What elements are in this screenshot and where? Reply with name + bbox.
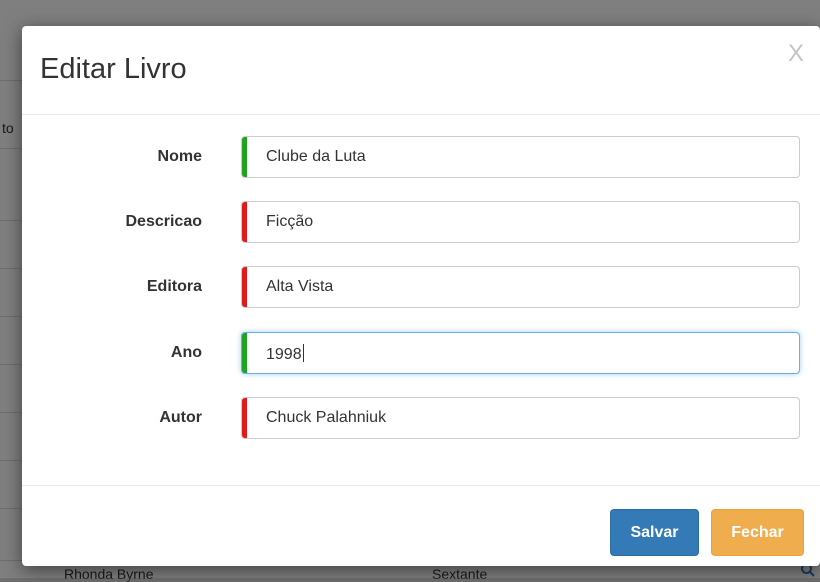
autor-input[interactable]: Chuck Palahniuk xyxy=(241,397,800,439)
descricao-label: Descricao xyxy=(125,213,203,230)
editora-label: Editora xyxy=(146,278,202,295)
editora-value: Alta Vista xyxy=(266,278,334,295)
form-row-nome: Nome Clube da Luta xyxy=(22,136,820,180)
form-row-descricao: Descricao Ficção xyxy=(22,201,820,245)
descricao-input[interactable]: Ficção xyxy=(241,201,800,243)
modal-header: Editar Livro X xyxy=(22,26,820,115)
form-row-editora: Editora Alta Vista xyxy=(22,266,820,310)
editora-input[interactable]: Alta Vista xyxy=(241,266,800,308)
ano-label: Ano xyxy=(170,344,202,361)
invalid-status-bar xyxy=(242,202,247,242)
autor-label: Autor xyxy=(159,409,202,426)
close-icon[interactable]: X xyxy=(788,42,804,66)
text-caret xyxy=(302,344,304,362)
nome-label: Nome xyxy=(157,148,202,165)
invalid-status-bar xyxy=(242,398,247,438)
ano-value: 1998 xyxy=(266,346,302,363)
nome-value: Clube da Luta xyxy=(266,148,366,165)
form-row-ano: Ano 1998 xyxy=(22,332,820,376)
descricao-value: Ficção xyxy=(266,213,314,230)
invalid-status-bar xyxy=(242,267,247,307)
edit-book-modal: Editar Livro X Nome Clube da Luta Descri… xyxy=(22,26,820,566)
modal-title: Editar Livro xyxy=(40,53,187,85)
modal-footer: Salvar Fechar xyxy=(22,486,820,566)
form-row-autor: Autor Chuck Palahniuk xyxy=(22,397,820,441)
nome-input[interactable]: Clube da Luta xyxy=(241,136,800,178)
valid-status-bar xyxy=(242,137,247,177)
valid-status-bar xyxy=(242,333,247,373)
ano-input[interactable]: 1998 xyxy=(241,332,800,374)
autor-value: Chuck Palahniuk xyxy=(266,409,387,426)
ano-value-wrapper: 1998 xyxy=(266,344,304,364)
modal-body: Nome Clube da Luta Descricao Ficção Edit… xyxy=(22,115,820,486)
close-button[interactable]: Fechar xyxy=(711,509,804,556)
save-button[interactable]: Salvar xyxy=(610,509,699,556)
